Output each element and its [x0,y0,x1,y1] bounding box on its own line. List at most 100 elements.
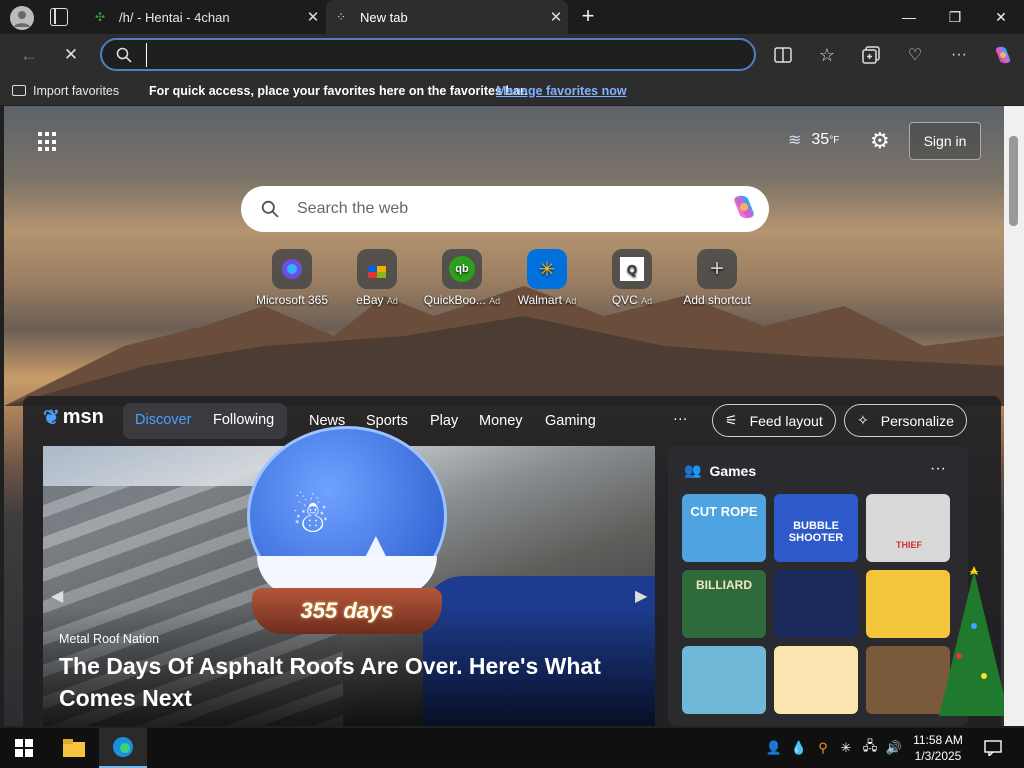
sliders-icon: ⚟ [725,412,738,428]
web-search-box[interactable]: Search the web [241,186,769,232]
people-icon[interactable]: 👤 [764,728,784,768]
water-drop-icon[interactable]: 💧 [790,728,808,768]
tab-discover[interactable]: Discover [135,412,191,428]
collections-icon[interactable] [856,40,886,70]
toolbar: ← ✕ ☆ ♡ ··· [0,34,1024,76]
msn-butterfly-icon: ❦ [43,407,60,429]
quick-link-label: QVC [611,293,638,307]
edge-taskbar-icon[interactable] [99,728,147,768]
back-button[interactable]: ← [14,40,44,70]
quick-link-microsoft-365[interactable]: Microsoft 365 [249,249,335,307]
search-icon [116,47,132,63]
games-card: 👥 Games ··· CUT ROPE BUBBLE SHOOTER THIE… [668,446,968,726]
ad-badge: Ad [565,296,577,306]
stop-loading-button[interactable]: ✕ [56,40,86,70]
clock-date: 1/3/2025 [914,749,962,763]
feed-layout-label: Feed layout [749,412,823,429]
nav-gaming[interactable]: Gaming [545,413,596,429]
microsoft-365-icon [272,249,312,289]
app-launcher-icon[interactable] [38,132,58,152]
add-shortcut-button[interactable]: + Add shortcut [674,249,760,307]
quick-link-quickbooks[interactable]: qb QuickBoo... Ad [419,249,505,307]
tab-close-icon[interactable]: ✕ [301,8,325,26]
address-bar[interactable] [100,38,756,71]
tab-actions-icon[interactable] [50,8,68,26]
import-favorites-button[interactable]: Import favorites [12,84,119,98]
profile-avatar[interactable] [10,6,34,30]
split-screen-icon[interactable] [768,40,798,70]
games-title: Games [709,462,757,479]
snowman-icon: ☃ [291,493,331,542]
sparkle-icon: ✧ [857,412,869,428]
quick-link-label: Microsoft 365 [255,293,329,307]
tab-4chan[interactable]: ✣ /h/ - Hentai - 4chan ✕ [85,0,325,34]
windows-logo-icon [15,739,33,757]
game-tile-label: BUBBLE SHOOTER [788,520,844,544]
weather-temperature: 35 [811,131,830,148]
restore-button[interactable]: ❐ [932,0,978,34]
new-tab-button[interactable]: + [576,4,600,28]
volume-icon[interactable]: 🔊 [884,728,904,768]
new-tab-page: ≋ 35 °F ⚙ Sign in Search the web Microso… [4,106,1004,726]
snow-globe-doodle[interactable]: ☃ ▲ 355 days [247,426,447,636]
file-explorer-icon[interactable] [50,728,98,768]
page-scrollbar[interactable] [1004,106,1024,726]
notifications-icon[interactable] [978,728,1008,768]
tab-bar: ✣ /h/ - Hentai - 4chan ✕ ⁘ New tab ✕ + —… [0,0,1024,34]
games-header: 👥 Games [684,462,756,479]
game-tile-billiard[interactable]: BILLIARD [682,570,766,638]
network-icon[interactable]: 🖧 [860,728,880,768]
search-tray-icon[interactable]: ⚲ [812,728,834,768]
game-tile-label: BILLIARD [696,578,752,592]
carousel-prev-icon[interactable]: ◀ [51,586,63,606]
days-counter: 355 days [300,598,394,623]
feed-layout-button[interactable]: ⚟ Feed layout [712,404,836,437]
close-window-button[interactable]: ✕ [978,0,1024,34]
brightness-icon[interactable]: ✳ [836,728,856,768]
game-tile-block-puzzle[interactable] [774,570,858,638]
quick-link-label: Add shortcut [683,293,751,307]
import-folder-icon [12,85,26,96]
clock[interactable]: 11:58 AM 1/3/2025 [906,728,970,768]
game-tile-moto[interactable] [682,646,766,714]
manage-favorites-link[interactable]: Manage favorites now [496,84,627,98]
walmart-icon: ✳ [527,249,567,289]
copilot-search-icon[interactable] [729,192,759,227]
personalize-label: Personalize [880,412,954,429]
loading-spinner-icon: ⁘ [336,10,347,24]
game-tile-cut-the-rope[interactable]: CUT ROPE [682,494,766,562]
quick-link-ebay[interactable]: eBay Ad [334,249,420,307]
browser-essentials-icon[interactable]: ♡ [900,40,930,70]
game-tile-label: CUT ROPE [690,504,758,519]
quick-link-qvc[interactable]: Q QVC Ad [589,249,675,307]
weather-unit: °F [829,134,840,146]
msn-logo[interactable]: ❦ msn [43,405,104,430]
game-tile-stickman[interactable]: THIEF [866,494,950,562]
favorites-star-icon[interactable]: ☆ [812,40,842,70]
tree-icon: ▲ [359,526,393,564]
address-input[interactable] [146,43,736,67]
nav-money[interactable]: Money [479,413,523,429]
copilot-icon[interactable] [988,40,1018,70]
tab-close-icon[interactable]: ✕ [544,8,568,26]
game-tile-bubble-shooter[interactable]: BUBBLE SHOOTER [774,494,858,562]
more-options-icon[interactable]: ··· [944,40,974,70]
msn-brand-label: msn [62,406,104,428]
games-more-button[interactable]: ··· [930,460,946,478]
weather-widget[interactable]: ≋ 35 °F [788,130,839,150]
personalize-button[interactable]: ✧ Personalize [844,404,967,437]
game-tile-doge[interactable] [774,646,858,714]
ad-badge: Ad [641,296,653,306]
start-button[interactable] [0,728,48,768]
taskbar: 👤 💧 ⚲ ✳ 🖧 🔊 11:58 AM 1/3/2025 [0,728,1024,768]
nav-more-button[interactable]: ··· [673,411,688,427]
carousel-next-icon[interactable]: ▶ [635,586,647,606]
minimize-button[interactable]: — [886,0,932,34]
ebay-icon [357,249,397,289]
import-favorites-label: Import favorites [33,83,120,98]
tab-new-tab[interactable]: ⁘ New tab ✕ [326,0,568,34]
sign-in-button[interactable]: Sign in [909,122,981,160]
quick-link-walmart[interactable]: ✳ Walmart Ad [504,249,590,307]
article-headline[interactable]: The Days Of Asphalt Roofs Are Over. Here… [59,650,619,714]
settings-gear-icon[interactable]: ⚙ [870,128,890,154]
